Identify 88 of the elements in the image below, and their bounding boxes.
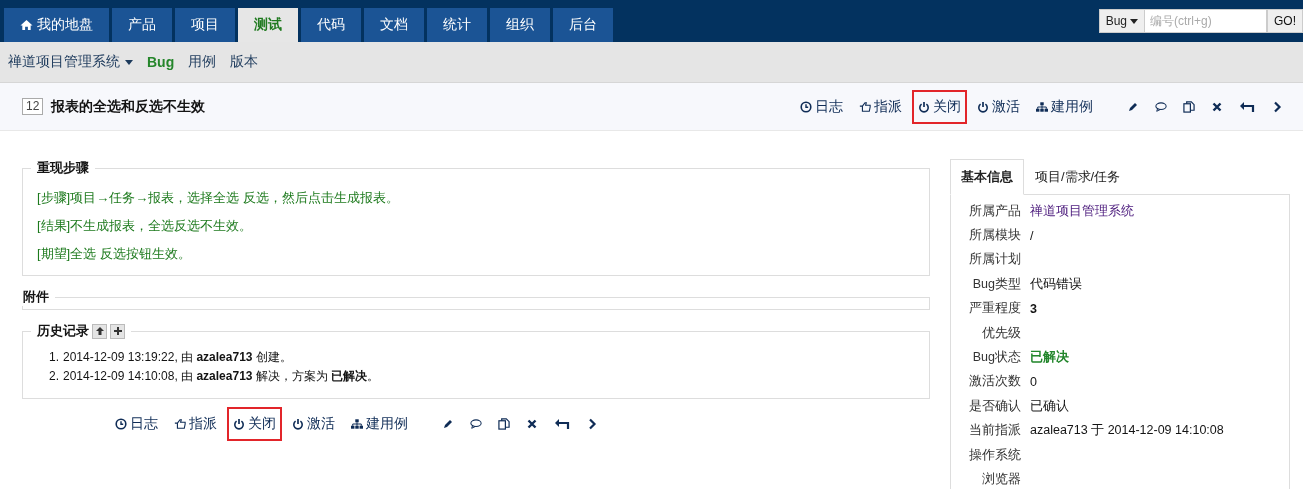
step-text: [期望]全选 反选按钮生效。 [37, 245, 192, 263]
nav-tab[interactable]: 文档 [364, 8, 424, 42]
info-tab[interactable]: 项目/需求/任务 [1024, 159, 1132, 195]
section-title: 重现步骤 [36, 159, 90, 177]
activate-button[interactable]: 激活 [971, 89, 1026, 124]
field-value: azalea713 于 2014-12-09 14:10:08 [1030, 422, 1224, 440]
close-button[interactable]: 关闭 [226, 407, 282, 441]
nav-tab[interactable]: 组织 [490, 8, 550, 42]
step-text: [步骤]项目→任务→报表，选择全选 反选，然后点击生成报表。 [37, 189, 400, 207]
history-entry: 2014-12-09 14:10:08, 由 azalea713 解决，方案为 已解决。 [63, 368, 380, 385]
field-label: 严重程度 [968, 300, 1021, 318]
nav-tab[interactable]: 我的地盘 [4, 8, 109, 42]
power-icon [291, 418, 304, 430]
section-title: 历史记录 [37, 322, 89, 340]
sub-nav-link[interactable]: 版本 [230, 53, 259, 71]
return-arrow-icon [1239, 100, 1255, 113]
expand-all-button[interactable] [110, 323, 125, 339]
field-label: 所属模块 [968, 227, 1021, 245]
hand-icon [859, 100, 871, 113]
pencil-icon [441, 418, 454, 430]
bug-id: 12 [22, 98, 44, 115]
status-value: 已解决 [1030, 349, 1069, 367]
speech-bubble-icon [1155, 100, 1167, 113]
arrow-up-icon [94, 326, 105, 336]
caret-icon [1130, 18, 1138, 24]
field-label: 当前指派 [968, 422, 1021, 440]
power-icon [977, 100, 989, 113]
field-label: Bug状态 [971, 349, 1021, 367]
step-text: [结果]不生成报表，全选反选不生效。 [37, 217, 254, 235]
sitemap-icon [1036, 100, 1048, 113]
clock-icon [800, 100, 812, 113]
close-icon [1211, 100, 1223, 113]
bug-title: 报表的全选和反选不生效 [51, 97, 206, 116]
speech-bubble-icon [469, 418, 482, 430]
hand-icon [173, 418, 186, 430]
field-value: / [1030, 228, 1034, 243]
return-arrow-icon [553, 418, 570, 430]
caret-icon [125, 59, 133, 65]
field-label: 浏览器 [981, 471, 1021, 488]
plus-icon [112, 326, 123, 336]
power-icon [232, 418, 245, 430]
field-label: 激活次数 [968, 373, 1021, 391]
field-value: 已确认 [1030, 397, 1069, 415]
nav-tab[interactable]: 统计 [427, 8, 487, 42]
field-value: 0 [1030, 374, 1037, 389]
activate-button[interactable]: 激活 [285, 407, 341, 441]
copy-icon [497, 418, 510, 430]
go-button[interactable]: GO! [1267, 9, 1303, 33]
field-label: 是否确认 [968, 397, 1021, 415]
log-button[interactable]: 日志 [794, 89, 849, 124]
id-search-field[interactable]: 编号(ctrl+g) [1145, 9, 1267, 33]
sub-nav-link[interactable]: Bug [147, 54, 175, 70]
type-dropdown[interactable]: Bug [1098, 9, 1145, 33]
log-button[interactable]: 日志 [108, 407, 164, 441]
case-button[interactable]: 建用例 [1030, 89, 1099, 124]
field-label: 所属产品 [968, 202, 1021, 220]
copy-icon [1183, 100, 1195, 113]
sitemap-icon [350, 418, 363, 430]
info-tab[interactable]: 基本信息 [950, 159, 1024, 195]
product-dropdown[interactable]: 禅道项目管理系统 [8, 53, 133, 71]
field-label: 操作系统 [968, 446, 1021, 464]
nav-tab[interactable]: 项目 [175, 8, 235, 42]
field-value: 代码错误 [1030, 275, 1082, 293]
nav-tab[interactable]: 测试 [238, 8, 298, 42]
field-label: 所属计划 [968, 251, 1021, 269]
home-icon [20, 19, 33, 31]
list-number: 2. [48, 368, 59, 385]
clock-icon [114, 418, 127, 430]
sub-nav-link[interactable]: 用例 [188, 53, 217, 71]
chevron-right-icon [1271, 100, 1283, 113]
nav-tab[interactable]: 产品 [112, 8, 172, 42]
power-icon [918, 100, 930, 113]
list-number: 1. [48, 349, 59, 366]
nav-tab[interactable]: 代码 [301, 8, 361, 42]
case-button[interactable]: 建用例 [344, 407, 414, 441]
history-entry: 2014-12-09 13:19:22, 由 azalea713 创建。 [63, 349, 292, 366]
assign-button[interactable]: 指派 [853, 89, 908, 124]
nav-tab[interactable]: 后台 [553, 8, 613, 42]
close-button[interactable]: 关闭 [912, 89, 967, 124]
reverse-order-button[interactable] [92, 323, 107, 339]
section-title: 附件 [22, 288, 50, 306]
field-value: 3 [1030, 301, 1037, 316]
pencil-icon [1127, 100, 1139, 113]
product-link[interactable]: 禅道项目管理系统 [1030, 202, 1134, 220]
assign-button[interactable]: 指派 [167, 407, 223, 441]
close-icon [525, 418, 538, 430]
field-label: Bug类型 [971, 275, 1021, 293]
field-label: 优先级 [981, 324, 1021, 342]
